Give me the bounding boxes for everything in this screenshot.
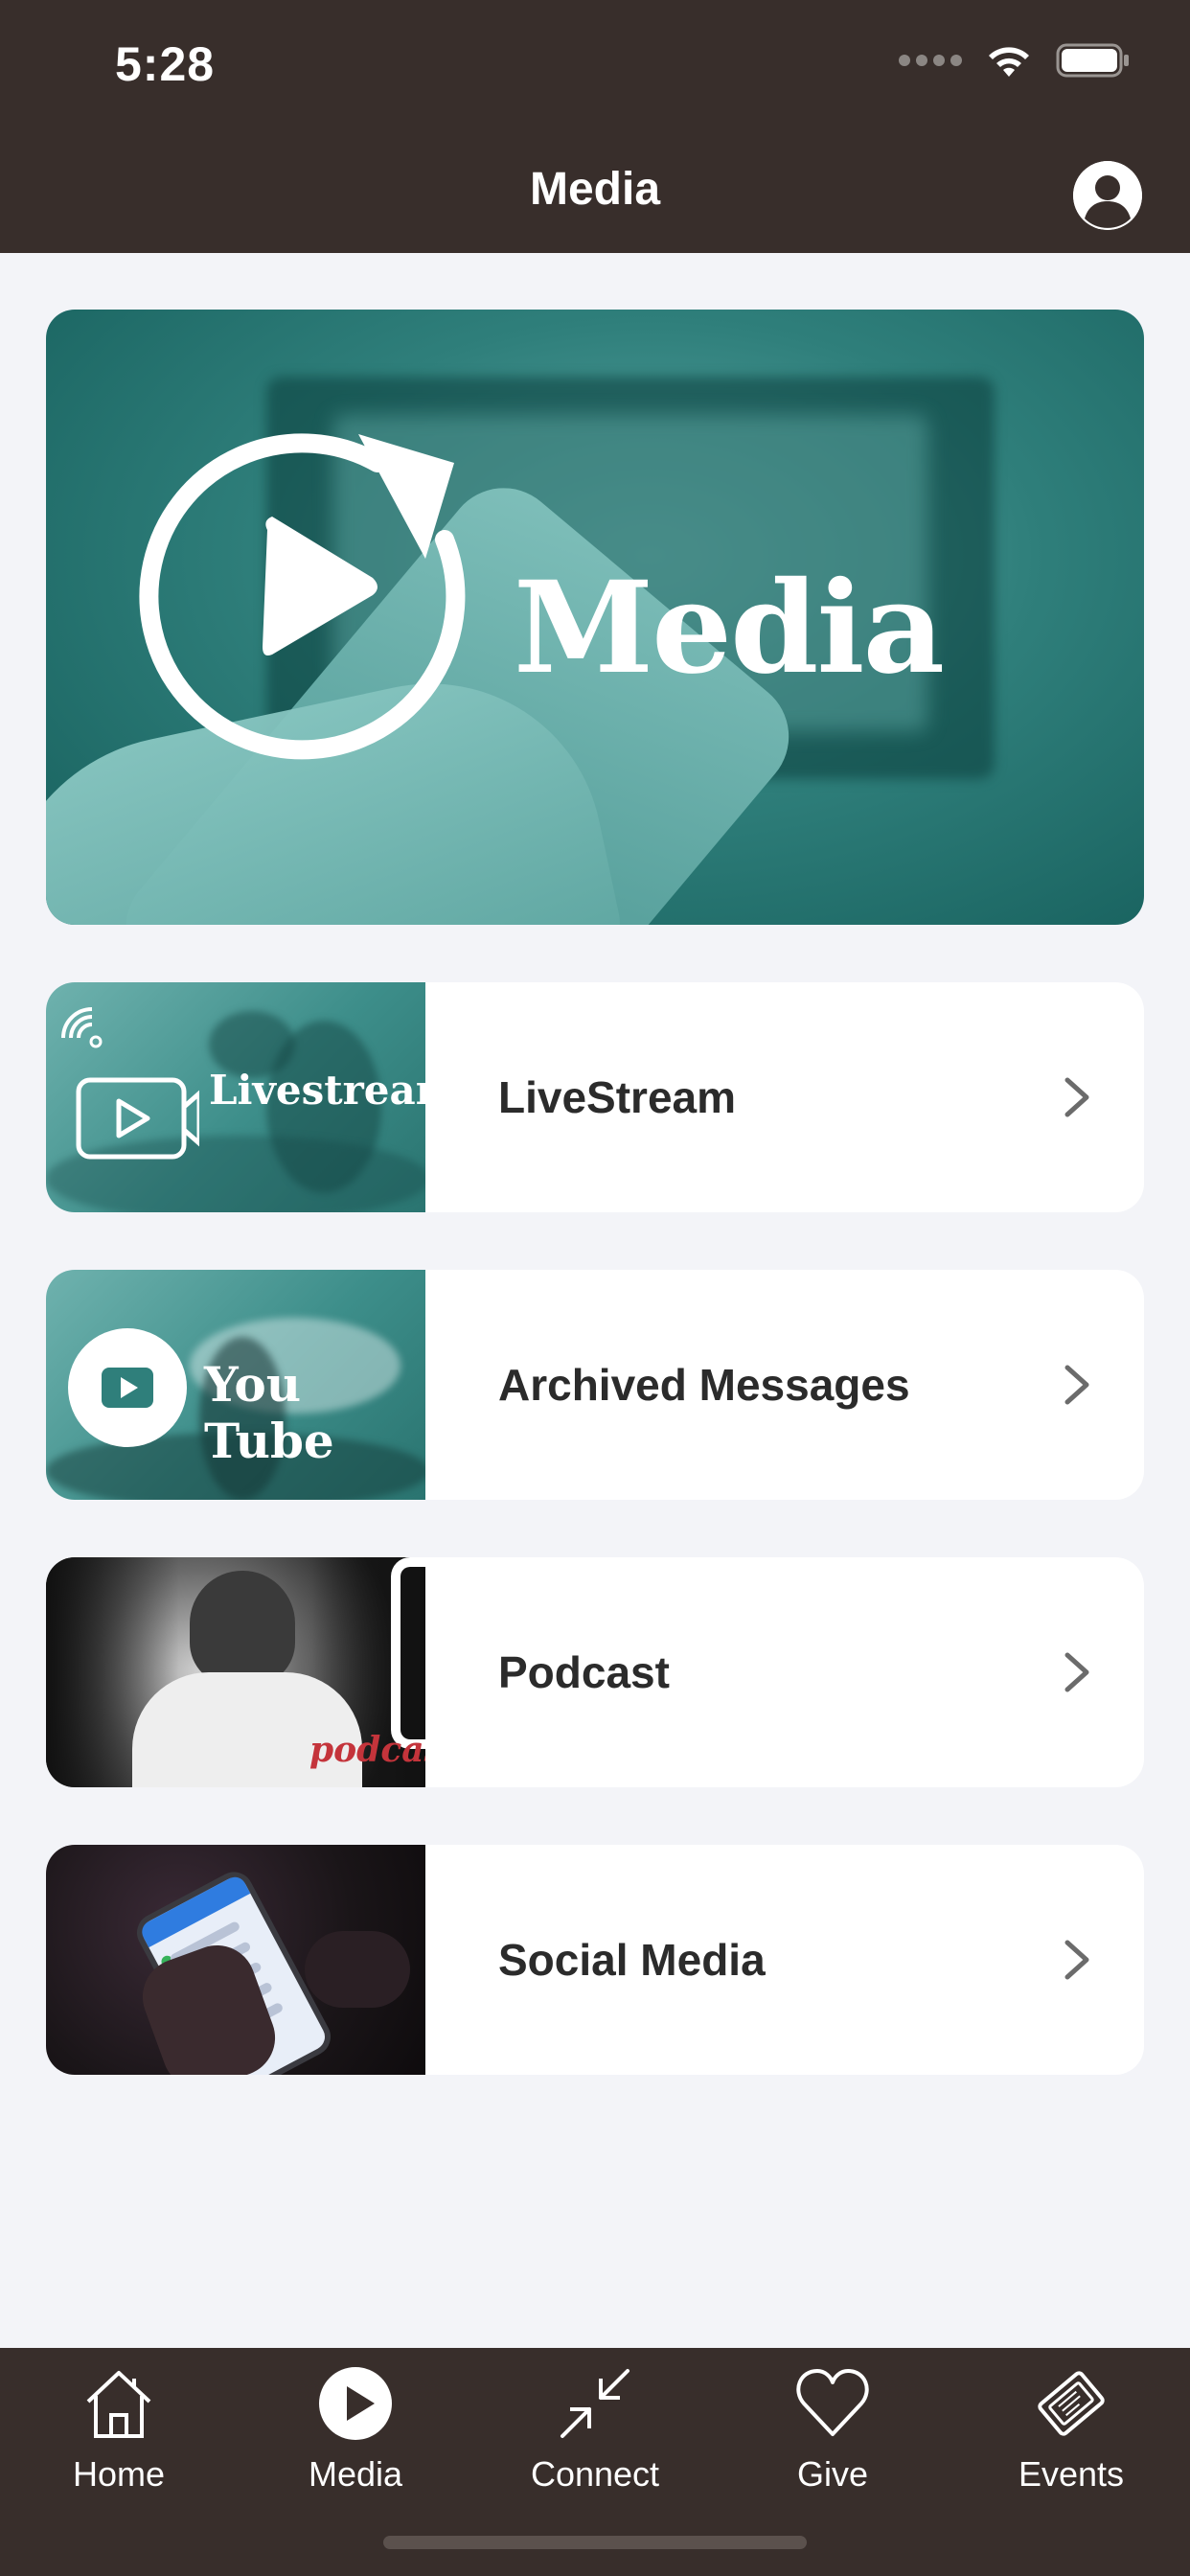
social-media-thumbnail [46,1845,425,2075]
tab-give[interactable]: Give [714,2363,951,2495]
top-bar: 5:28 Media [0,0,1190,253]
play-circle-icon [319,2367,392,2440]
list-item-label: Podcast [498,1647,670,1697]
tab-label: Events [1018,2454,1125,2494]
list-item-podcast[interactable]: podcast Podcast [46,1557,1144,1787]
house-icon [86,2371,151,2438]
tab-label: Home [72,2454,166,2494]
list-item-livestream[interactable]: Livestream LiveStream [46,982,1144,1212]
tab-media[interactable]: Media [237,2363,474,2495]
hero-title: Media [514,554,945,702]
podcast-thumbnail-text: podcast [309,1730,425,1770]
list-item-archived-messages[interactable]: You Tube Archived Messages [46,1270,1144,1500]
status-indicators [899,42,1133,79]
tab-label: Connect [530,2454,660,2494]
media-list: Livestream LiveStream You Tube Archived … [46,982,1144,2132]
tab-connect[interactable]: Connect [476,2363,714,2495]
archived-messages-thumbnail-text: You Tube [204,1356,334,1469]
livestream-thumbnail: Livestream [46,982,425,1212]
profile-button[interactable] [1073,161,1142,230]
tab-events[interactable]: Events [952,2363,1190,2495]
media-hero-banner[interactable]: Media [46,310,1144,925]
livestream-thumbnail-text: Livestream [209,1067,425,1114]
list-item-label: Social Media [498,1935,766,1985]
person-circle-icon [1073,161,1142,230]
archived-messages-thumbnail: You Tube [46,1270,425,1500]
youtube-play-icon [68,1328,187,1447]
page-title: Media [529,164,661,215]
home-indicator[interactable] [383,2536,807,2549]
chevron-right-icon [1064,1077,1089,1117]
replay-play-icon [139,433,466,760]
podcast-thumbnail: podcast [46,1557,425,1787]
arrows-in-icon [561,2369,629,2438]
ticket-icon [1038,2371,1105,2436]
tab-label: Media [308,2454,403,2494]
chevron-right-icon [1064,1652,1089,1692]
tab-home[interactable]: Home [0,2363,238,2495]
list-item-social-media[interactable]: Social Media [46,1845,1144,2075]
list-item-label: Archived Messages [498,1360,910,1410]
status-time: 5:28 [115,37,216,91]
heart-icon [796,2369,869,2436]
list-item-label: LiveStream [498,1072,737,1122]
chevron-right-icon [1064,1940,1089,1980]
chevron-right-icon [1064,1365,1089,1405]
video-camera-icon [61,1007,199,1160]
wifi-icon [985,42,1033,79]
cellular-signal-icon [899,55,962,66]
battery-icon [1056,42,1133,79]
tab-label: Give [796,2454,869,2494]
